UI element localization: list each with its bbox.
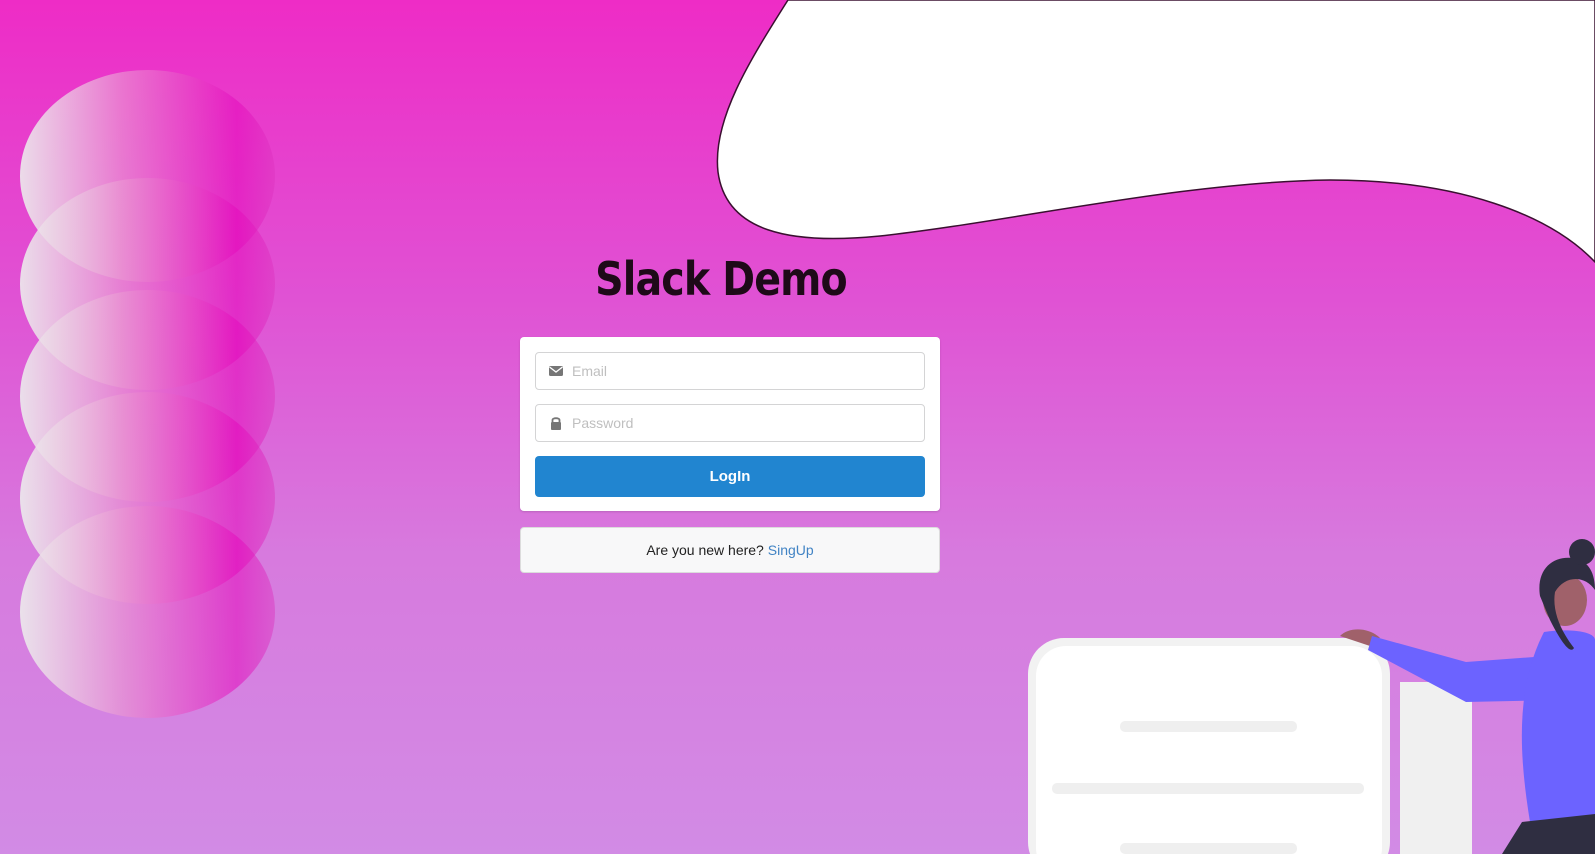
signup-message: Are you new here? SingUp <box>520 527 940 573</box>
illustration-phone <box>1028 638 1472 854</box>
white-blob-shape <box>716 0 1595 264</box>
login-form: LogIn <box>520 337 940 511</box>
email-input[interactable] <box>572 353 912 389</box>
signup-link[interactable]: SingUp <box>768 542 814 558</box>
decorative-bubble <box>20 506 275 718</box>
lock-icon <box>551 417 561 430</box>
app-title: Slack Demo <box>595 252 848 306</box>
envelope-icon <box>549 366 563 376</box>
login-button[interactable]: LogIn <box>535 456 925 497</box>
email-field[interactable] <box>535 352 925 390</box>
signup-prompt: Are you new here? <box>646 542 764 558</box>
password-input[interactable] <box>572 405 912 441</box>
password-field[interactable] <box>535 404 925 442</box>
